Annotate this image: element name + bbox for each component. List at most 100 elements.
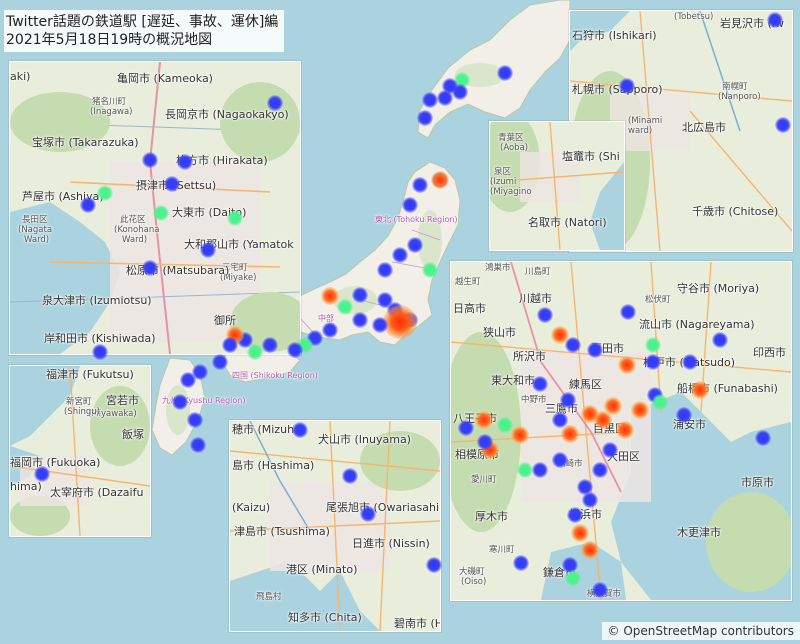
station-marker[interactable]: [187, 412, 203, 428]
label-kitahiroshima: 北広島市: [682, 121, 726, 134]
station-marker[interactable]: [592, 462, 608, 478]
station-marker[interactable]: [142, 152, 158, 168]
label-minato: 港区 (Minato): [286, 563, 358, 576]
station-marker[interactable]: [475, 411, 493, 429]
station-marker[interactable]: [616, 421, 634, 439]
station-marker[interactable]: [321, 287, 339, 305]
station-marker[interactable]: [517, 462, 533, 478]
station-marker[interactable]: [377, 262, 393, 278]
inset-fukuoka-map[interactable]: 福津市 (Fukutsu) 宮若市 (Miyawaka) 新宮町 (Shingu…: [9, 365, 151, 537]
station-marker[interactable]: [537, 307, 553, 323]
station-marker[interactable]: [565, 570, 581, 586]
label-aoba-en: (Aoba): [500, 143, 529, 153]
station-marker[interactable]: [458, 420, 474, 436]
station-marker[interactable]: [164, 176, 180, 192]
station-marker[interactable]: [775, 117, 791, 133]
station-marker[interactable]: [267, 95, 283, 111]
label-kisarazu: 木更津市: [677, 526, 721, 539]
station-marker[interactable]: [631, 401, 649, 419]
station-marker[interactable]: [372, 317, 388, 333]
station-marker[interactable]: [92, 344, 108, 360]
label-sayama: 狭山市: [483, 326, 516, 339]
label-izumiotsu: 泉大津市 (Izumiotsu): [42, 294, 152, 307]
station-marker[interactable]: [497, 417, 513, 433]
station-marker[interactable]: [200, 242, 216, 258]
inset-nagoya-map[interactable]: 穂市 (Mizuho) 犬山市 (Inuyama) 島市 (Hashima) (…: [229, 420, 441, 632]
station-marker[interactable]: [497, 65, 513, 81]
station-marker[interactable]: [431, 171, 449, 189]
station-marker[interactable]: [682, 354, 698, 370]
station-marker[interactable]: [755, 430, 771, 446]
station-marker[interactable]: [142, 260, 158, 276]
station-marker[interactable]: [262, 337, 278, 353]
station-marker[interactable]: [571, 524, 589, 542]
station-marker[interactable]: [97, 185, 113, 201]
station-marker[interactable]: [552, 452, 568, 468]
station-marker[interactable]: [652, 394, 668, 410]
station-marker[interactable]: [602, 442, 618, 458]
station-marker[interactable]: [560, 392, 576, 408]
station-marker[interactable]: [172, 394, 188, 410]
station-marker[interactable]: [691, 381, 709, 399]
station-marker[interactable]: [587, 342, 603, 358]
label-sapporo: 札幌市 (Sapporo): [572, 83, 663, 96]
label-hashima: 島市 (Hashima): [232, 459, 315, 472]
station-marker[interactable]: [619, 78, 635, 94]
station-marker[interactable]: [352, 312, 368, 328]
station-marker[interactable]: [676, 407, 692, 423]
station-marker[interactable]: [645, 337, 661, 353]
label-kameoka: 亀岡市 (Kameoka): [117, 72, 213, 85]
station-marker[interactable]: [222, 337, 238, 353]
station-marker[interactable]: [212, 354, 228, 370]
map-title-box: Twitter話題の鉄道駅 [遅延、事故、運休]編 2021年5月18日19時の…: [4, 10, 285, 52]
label-owariasahi: 尾張旭市 (Owariasahi): [326, 501, 441, 514]
station-marker[interactable]: [292, 422, 308, 438]
station-marker[interactable]: [532, 462, 548, 478]
station-marker[interactable]: [342, 468, 358, 484]
station-marker[interactable]: [511, 426, 529, 444]
station-marker[interactable]: [153, 205, 169, 221]
station-marker[interactable]: [620, 304, 636, 320]
station-marker[interactable]: [422, 92, 438, 108]
station-marker[interactable]: [392, 247, 408, 263]
station-marker[interactable]: [190, 437, 206, 453]
station-marker[interactable]: [422, 262, 438, 278]
station-marker[interactable]: [594, 411, 612, 429]
station-marker[interactable]: [402, 197, 418, 213]
station-marker[interactable]: [592, 582, 608, 598]
station-marker[interactable]: [618, 356, 636, 374]
station-marker[interactable]: [383, 305, 417, 339]
label-shingu-en: (Shingu): [64, 407, 100, 417]
station-marker[interactable]: [532, 376, 548, 392]
station-marker[interactable]: [513, 555, 529, 571]
station-marker[interactable]: [227, 210, 243, 226]
station-marker[interactable]: [477, 434, 493, 450]
station-marker[interactable]: [565, 337, 581, 353]
station-marker[interactable]: [412, 177, 428, 193]
inset-sendai-map[interactable]: 青葉区 (Aoba) 塩竈市 (Shi 泉区 (Izumi (Miyagino …: [489, 121, 625, 251]
attribution[interactable]: © OpenStreetMap contributors: [601, 622, 800, 640]
station-marker[interactable]: [80, 197, 96, 213]
station-marker[interactable]: [581, 541, 599, 559]
station-marker[interactable]: [712, 332, 728, 348]
station-marker[interactable]: [177, 154, 193, 170]
station-marker[interactable]: [360, 506, 376, 522]
label-atsugi: 厚木市: [475, 510, 508, 523]
station-marker[interactable]: [417, 110, 433, 126]
station-marker[interactable]: [567, 507, 583, 523]
station-marker[interactable]: [407, 237, 423, 253]
station-marker[interactable]: [582, 492, 598, 508]
station-marker[interactable]: [645, 354, 661, 370]
station-marker[interactable]: [287, 342, 303, 358]
station-marker[interactable]: [561, 425, 579, 443]
label-kaizu: (Kaizu): [232, 501, 271, 514]
station-marker[interactable]: [180, 372, 196, 388]
station-marker[interactable]: [337, 299, 353, 315]
station-marker[interactable]: [247, 344, 263, 360]
station-marker[interactable]: [34, 466, 50, 482]
station-marker[interactable]: [322, 322, 338, 338]
station-marker[interactable]: [442, 78, 458, 94]
station-marker[interactable]: [426, 557, 442, 573]
station-marker[interactable]: [352, 287, 368, 303]
station-marker[interactable]: [767, 12, 783, 28]
